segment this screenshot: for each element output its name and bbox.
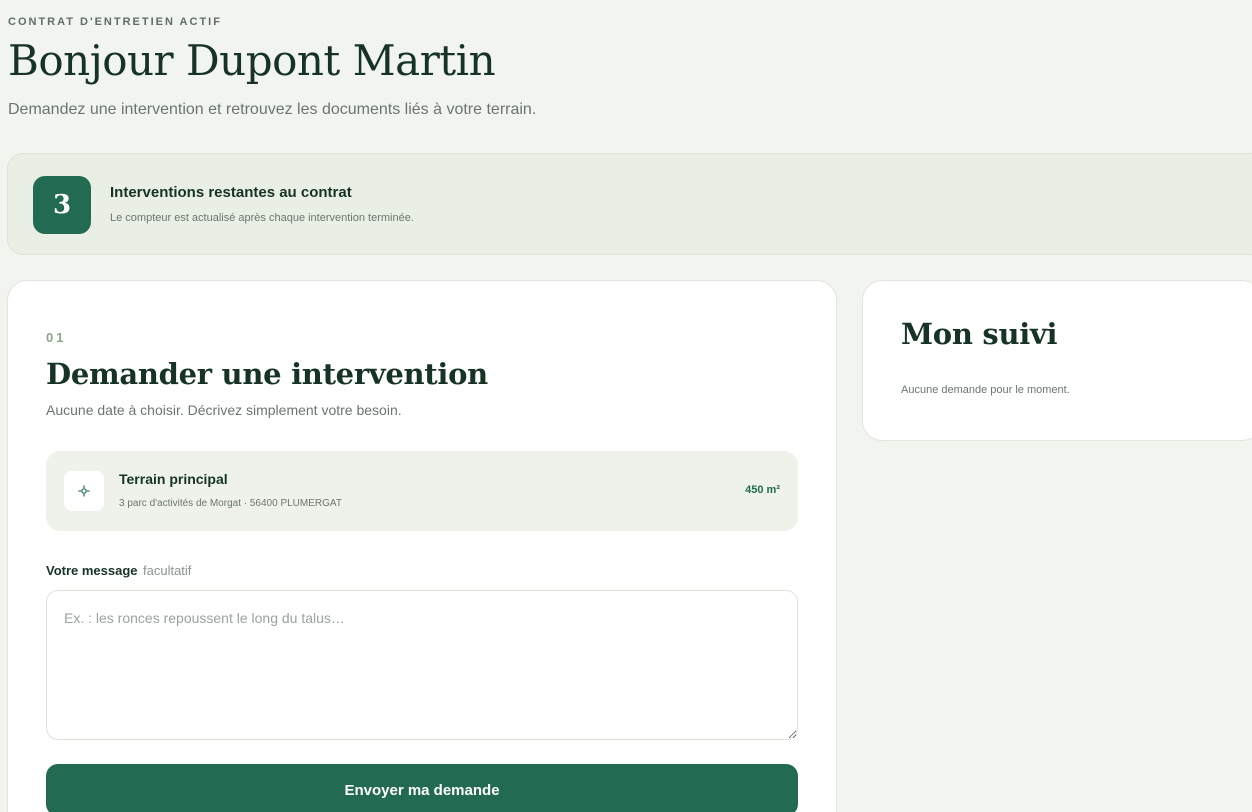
page-lead: Demandez une intervention et retrouvez l… [8, 101, 537, 118]
step-number: 01 [46, 330, 67, 345]
contract-status-eyebrow: CONTRAT D'ENTRETIEN ACTIF [8, 16, 222, 28]
send-request-button[interactable]: Envoyer ma demande [46, 764, 798, 812]
message-optional-hint: facultatif [143, 563, 192, 578]
terrain-name: Terrain principal [119, 471, 228, 487]
counter-subtitle: Le compteur est actualisé après chaque i… [110, 212, 414, 224]
page-title: Bonjour Dupont Martin [8, 36, 496, 85]
counter-title: Interventions restantes au contrat [110, 184, 352, 201]
tracking-empty-state: Aucune demande pour le moment. [901, 384, 1070, 396]
request-intervention-card: 01 Demander une intervention Aucune date… [7, 280, 837, 812]
tracking-title: Mon suivi [901, 317, 1058, 351]
tracking-card: Mon suivi Aucune demande pour le moment. [862, 280, 1252, 441]
request-title: Demander une intervention [46, 357, 488, 391]
message-label: Votre message [46, 563, 138, 578]
interventions-counter: 3 Interventions restantes au contrat Le … [7, 153, 1252, 255]
message-textarea[interactable] [46, 590, 798, 740]
terrain-area: 450 m² [745, 484, 780, 496]
counter-value-badge: 3 [33, 176, 91, 234]
terrain-summary: Terrain principal 3 parc d'activités de … [46, 451, 798, 531]
location-target-icon [64, 471, 104, 511]
terrain-address: 3 parc d'activités de Morgat · 56400 PLU… [119, 498, 342, 509]
request-subtitle: Aucune date à choisir. Décrivez simpleme… [46, 402, 402, 418]
